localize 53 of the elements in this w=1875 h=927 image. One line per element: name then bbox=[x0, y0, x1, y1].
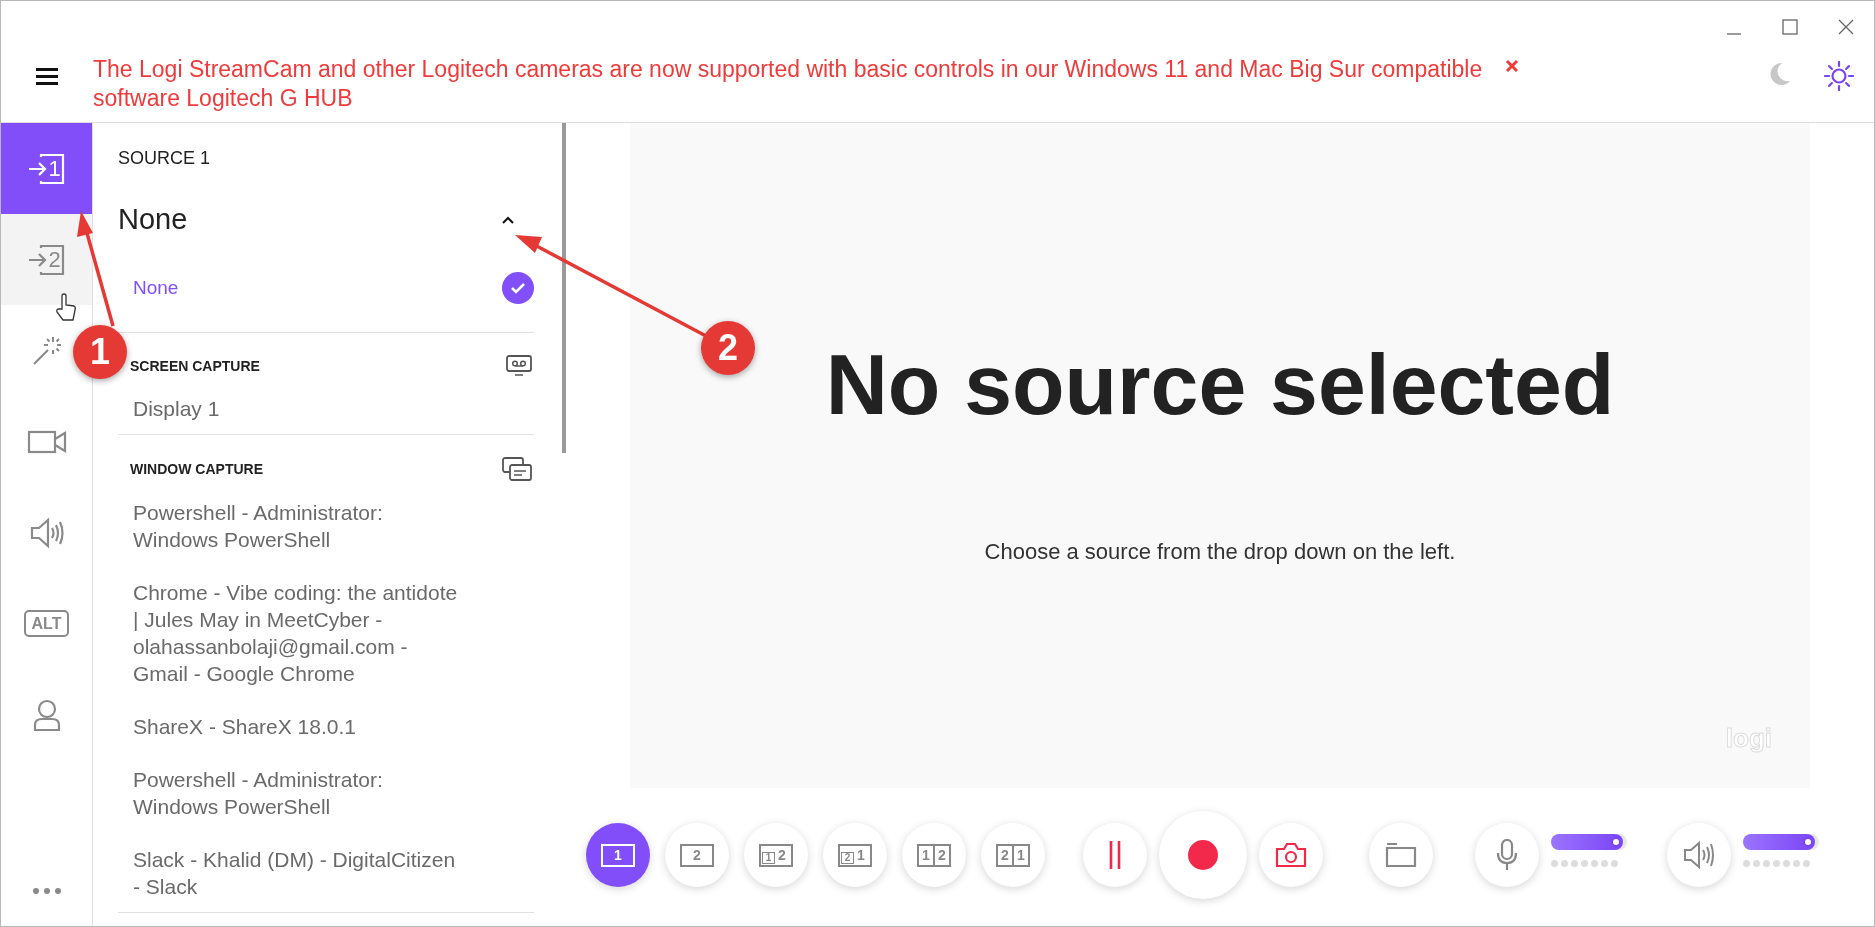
microphone-button[interactable] bbox=[1475, 823, 1539, 887]
camera-icon bbox=[1275, 842, 1307, 868]
layout-button[interactable]: 1 2 bbox=[902, 823, 966, 887]
snapshot-button[interactable] bbox=[1259, 823, 1323, 887]
more-icon bbox=[31, 887, 62, 895]
source-item[interactable]: Display 1 bbox=[118, 377, 463, 430]
section-header: WINDOW CAPTURE bbox=[130, 459, 263, 479]
chevron-up-icon bbox=[502, 216, 514, 224]
cursor-hand-icon bbox=[55, 293, 77, 323]
microphone-icon bbox=[1496, 839, 1518, 871]
speaker-icon bbox=[1683, 840, 1715, 870]
person-icon bbox=[31, 697, 62, 732]
maximize-icon[interactable] bbox=[1782, 19, 1798, 35]
speaker-icon bbox=[28, 516, 65, 549]
layout-button[interactable]: 2 1 bbox=[823, 823, 887, 887]
panel-title: SOURCE 1 bbox=[118, 147, 212, 170]
close-icon[interactable] bbox=[1838, 19, 1854, 35]
source-item[interactable]: Powershell - Administrator: Windows PowerShell bbox=[118, 481, 463, 561]
source-dropdown[interactable]: None bbox=[118, 200, 534, 240]
sun-icon[interactable] bbox=[1824, 61, 1854, 91]
video-camera-icon bbox=[26, 428, 67, 455]
nav-tab[interactable]: ALT bbox=[20, 578, 73, 669]
alt-label: ALT bbox=[23, 609, 70, 638]
source-item[interactable]: Slack - Khalid (DM) - DigitalCitizen - Slack bbox=[118, 828, 463, 908]
nav-tab[interactable]: 1 bbox=[1, 123, 92, 214]
empty-state-title: No source selected bbox=[825, 341, 1615, 427]
volume-slider[interactable] bbox=[1743, 833, 1819, 850]
layout-button[interactable]: 1 bbox=[586, 823, 650, 887]
source-item[interactable]: Powershell - Administrator: Windows PowerShell bbox=[118, 748, 463, 828]
empty-state-hint: Choose a source from the drop down on the left. bbox=[984, 538, 1456, 566]
pause-icon bbox=[1108, 840, 1122, 870]
menu-icon[interactable] bbox=[36, 66, 58, 85]
annotation-badge: 1 bbox=[73, 325, 127, 379]
scrollbar[interactable] bbox=[562, 123, 566, 453]
source-item[interactable]: Chrome - Vibe coding: the antidote | Jules May in MeetCyber - olahassanbolaji@gmail.com - Gmail - Google Chrome bbox=[118, 561, 463, 695]
announcement-text: The Logi StreamCam and other Logitech cameras are now supported with basic controls in our Windows 11 and Mac Big Sur compatible software Logitech G HUB bbox=[93, 55, 1484, 113]
windows-icon bbox=[502, 457, 532, 481]
pause-button[interactable] bbox=[1083, 823, 1147, 887]
monitor-icon bbox=[506, 355, 532, 377]
nav-tab[interactable]: 2 bbox=[1, 214, 92, 305]
layout-button[interactable]: 1 2 bbox=[744, 823, 808, 887]
speaker-button[interactable] bbox=[1667, 823, 1731, 887]
source-option[interactable]: None bbox=[118, 240, 534, 333]
volume-slider[interactable] bbox=[1551, 833, 1627, 850]
folder-icon bbox=[1385, 842, 1417, 868]
folder-button[interactable] bbox=[1369, 823, 1433, 887]
close-icon[interactable] bbox=[1505, 58, 1519, 73]
record-button[interactable] bbox=[1159, 811, 1247, 899]
section-header: SCREEN CAPTURE bbox=[130, 356, 260, 376]
layout-button[interactable]: 2 1 bbox=[981, 823, 1045, 887]
record-icon bbox=[1187, 839, 1219, 871]
source-item[interactable]: ShareX - ShareX 18.0.1 bbox=[118, 695, 463, 748]
layout-button[interactable]: 2 bbox=[665, 823, 729, 887]
